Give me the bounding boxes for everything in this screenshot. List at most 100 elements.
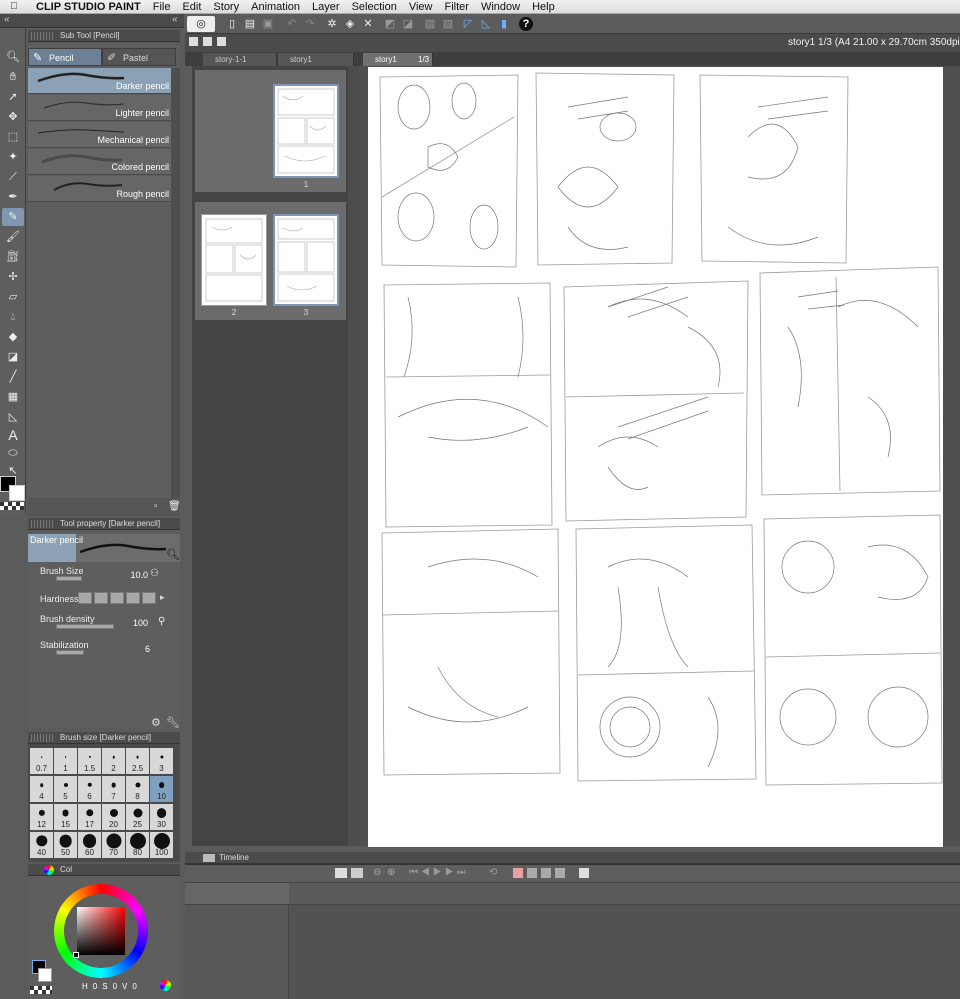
- page-thumbnail-3[interactable]: [273, 214, 339, 306]
- brush-size-70[interactable]: 70: [102, 832, 125, 858]
- deselect-icon[interactable]: ◩: [383, 17, 397, 31]
- menu-animation[interactable]: Animation: [251, 1, 300, 13]
- brush-size-0-7[interactable]: 0.7: [30, 748, 53, 774]
- eraser-tool-icon[interactable]: ▱: [2, 288, 24, 306]
- brush-size-30[interactable]: 30: [150, 804, 173, 830]
- brush-size-1-5[interactable]: 1.5: [78, 748, 101, 774]
- fill-tool-icon[interactable]: ◆: [2, 328, 24, 346]
- zoom-tool-icon[interactable]: 🔍︎: [2, 48, 24, 66]
- brush-size-20[interactable]: 20: [102, 804, 125, 830]
- menu-layer[interactable]: Layer: [312, 1, 340, 13]
- undo-icon[interactable]: ↶: [285, 17, 299, 31]
- magnifier-icon[interactable]: 🔍︎: [166, 548, 180, 561]
- minimize-window-icon[interactable]: [203, 37, 212, 46]
- color-mode-icon[interactable]: [160, 980, 171, 991]
- eyedropper-tool-icon[interactable]: ⟋: [2, 168, 24, 186]
- brush-size-dynamics-icon[interactable]: ⚇: [150, 568, 159, 579]
- tab-pastel[interactable]: ✐ Pastel: [102, 48, 176, 66]
- sub-color-swatch[interactable]: [9, 485, 25, 501]
- brush-size-60[interactable]: 60: [78, 832, 101, 858]
- maximize-window-icon[interactable]: [217, 37, 226, 46]
- clear-icon[interactable]: ✲: [325, 17, 339, 31]
- menu-view[interactable]: View: [409, 1, 433, 13]
- clip-studio-icon[interactable]: ◎: [187, 16, 215, 32]
- stabilization-value[interactable]: 6: [120, 644, 150, 654]
- brush-size-40[interactable]: 40: [30, 832, 53, 858]
- brush-size-1[interactable]: 1: [54, 748, 77, 774]
- timeline-select[interactable]: [185, 883, 289, 905]
- pencil-tool-icon[interactable]: ✎: [2, 208, 24, 226]
- menu-help[interactable]: Help: [532, 1, 555, 13]
- wrench-icon[interactable]: 🔧︎: [166, 716, 180, 729]
- color-picker-handle[interactable]: [73, 952, 79, 958]
- operation-tool-icon[interactable]: ➚: [2, 88, 24, 106]
- brush-size-12[interactable]: 12: [30, 804, 53, 830]
- brush-size-5[interactable]: 5: [54, 776, 77, 802]
- new-timeline-icon[interactable]: [335, 868, 347, 878]
- close-window-icon[interactable]: [189, 37, 198, 46]
- blend-tool-icon[interactable]: 💧︎: [2, 308, 24, 326]
- collapse-left-icon[interactable]: «: [4, 14, 10, 25]
- open-file-icon[interactable]: ▤: [243, 17, 257, 31]
- brush-tool-icon[interactable]: 🖌︎: [2, 228, 24, 246]
- transform-icon[interactable]: ✕: [361, 17, 375, 31]
- brush-size-25[interactable]: 25: [126, 804, 149, 830]
- new-subtool-icon[interactable]: ▫: [154, 501, 158, 512]
- hardness-selector[interactable]: [78, 592, 158, 604]
- stabilization-slider[interactable]: [56, 650, 84, 655]
- brush-size-100[interactable]: 100: [150, 832, 173, 858]
- brush-darker-pencil[interactable]: Darker pencil: [28, 68, 171, 94]
- color-tab-label[interactable]: Col: [60, 865, 72, 874]
- frame-border-tool-icon[interactable]: ▦: [2, 388, 24, 406]
- snap-ruler-icon[interactable]: ◸: [461, 17, 475, 31]
- tab-story1[interactable]: story1: [278, 53, 354, 66]
- brush-size-3[interactable]: 3: [150, 748, 173, 774]
- zoom-in-timeline-icon[interactable]: ⊕: [387, 867, 395, 878]
- brush-size-slider[interactable]: [56, 576, 82, 581]
- brush-rough-pencil[interactable]: Rough pencil: [28, 176, 171, 202]
- collapse-dock-icon[interactable]: «: [172, 14, 178, 25]
- delete-subtool-icon[interactable]: 🗑︎: [168, 501, 181, 512]
- timeline-title[interactable]: Timeline: [219, 853, 249, 862]
- brush-size-80[interactable]: 80: [126, 832, 149, 858]
- figure-tool-icon[interactable]: ╱: [2, 368, 24, 386]
- keyframe-icon[interactable]: [555, 868, 565, 878]
- menu-edit[interactable]: Edit: [182, 1, 201, 13]
- balloon-tool-icon[interactable]: ⬭: [2, 444, 24, 462]
- page-thumbnail-1[interactable]: [273, 84, 339, 178]
- move-layer-tool-icon[interactable]: ✥: [2, 108, 24, 126]
- grip-icon[interactable]: [31, 520, 53, 528]
- menu-story[interactable]: Story: [213, 1, 239, 13]
- brush-size-15[interactable]: 15: [54, 804, 77, 830]
- menu-file[interactable]: File: [153, 1, 171, 13]
- tab-pencil[interactable]: ✎ Pencil: [28, 48, 102, 66]
- apple-icon[interactable]: : [10, 1, 26, 12]
- edit-timeline-icon[interactable]: [351, 868, 363, 878]
- help-icon[interactable]: ?: [519, 17, 533, 31]
- cel-icon[interactable]: [527, 868, 537, 878]
- menu-window[interactable]: Window: [481, 1, 520, 13]
- text-tool-icon[interactable]: A: [2, 426, 24, 444]
- brush-size-6[interactable]: 6: [78, 776, 101, 802]
- redo-icon[interactable]: ↷: [303, 17, 317, 31]
- export-icon[interactable]: [579, 868, 589, 878]
- transparent-color-swatch[interactable]: [0, 502, 24, 510]
- brush-mechanical-pencil[interactable]: Mechanical pencil: [28, 122, 171, 148]
- brush-size-2-5[interactable]: 2.5: [126, 748, 149, 774]
- pen-tool-icon[interactable]: ✒︎: [2, 188, 24, 206]
- timeline-track-area[interactable]: [289, 905, 960, 999]
- brush-size-4[interactable]: 4: [30, 776, 53, 802]
- brush-density-value[interactable]: 100: [118, 618, 148, 628]
- playback-controls-icon[interactable]: ⏮◀▶▶⏭: [409, 867, 469, 878]
- menu-filter[interactable]: Filter: [444, 1, 468, 13]
- decoration-tool-icon[interactable]: ✢: [2, 268, 24, 286]
- new-file-icon[interactable]: ▯: [225, 17, 239, 31]
- app-name-menu[interactable]: CLIP STUDIO PAINT: [36, 1, 141, 13]
- brush-colored-pencil[interactable]: Colored pencil: [28, 149, 171, 175]
- frame-icon[interactable]: [541, 868, 551, 878]
- show-selection-icon[interactable]: ▨: [423, 17, 437, 31]
- brush-size-8[interactable]: 8: [126, 776, 149, 802]
- invert-selection-icon[interactable]: ◪: [401, 17, 415, 31]
- loop-icon[interactable]: ⟲: [489, 867, 497, 878]
- canvas-page[interactable]: [368, 67, 943, 847]
